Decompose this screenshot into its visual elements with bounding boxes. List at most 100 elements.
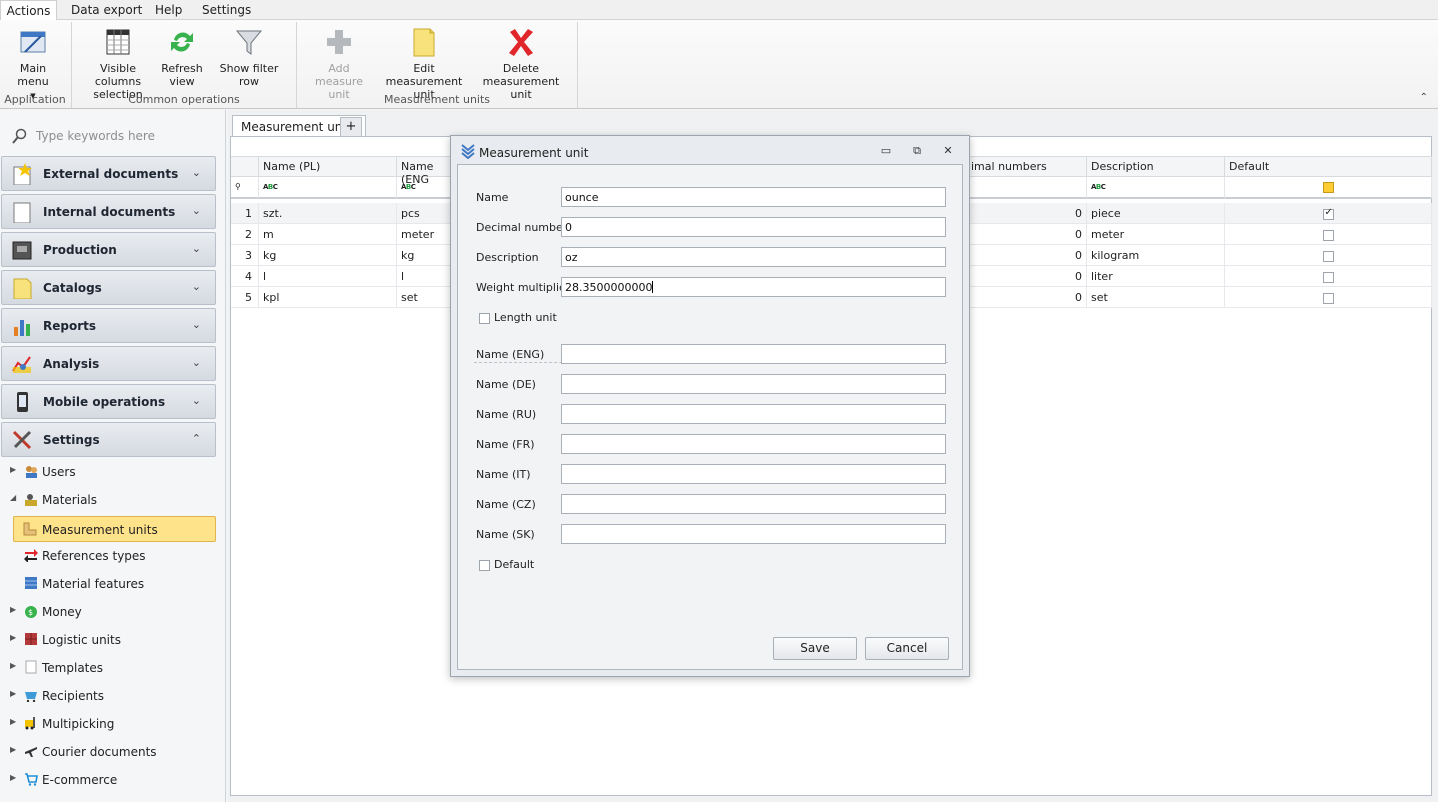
nav-group-external-documents[interactable]: External documents ⌄ bbox=[1, 156, 216, 191]
decimal-numbers-input[interactable]: 0 bbox=[561, 217, 946, 237]
search-icon bbox=[12, 128, 27, 144]
mobile-device-icon bbox=[17, 392, 28, 412]
nav-group-reports[interactable]: Reports ⌄ bbox=[1, 308, 216, 343]
nav-group-production[interactable]: Production ⌄ bbox=[1, 232, 216, 267]
default-checkbox[interactable] bbox=[1322, 250, 1334, 262]
text-filter-icon: ABC bbox=[263, 183, 278, 191]
close-icon[interactable]: ✕ bbox=[940, 144, 956, 158]
expand-arrow-icon: ▶ bbox=[10, 661, 17, 670]
add-measure-unit-button[interactable]: Add measure unit bbox=[304, 26, 374, 101]
features-grid-icon bbox=[25, 577, 37, 589]
collapse-arrow-icon: ◢ bbox=[10, 493, 17, 502]
filter-checkbox[interactable] bbox=[1322, 182, 1334, 193]
dialog-title-bar[interactable]: Measurement unit ▭ ⧉ ✕ bbox=[451, 136, 969, 164]
settings-tools-icon bbox=[12, 430, 32, 450]
delete-measurement-unit-button[interactable]: Delete measurement unit bbox=[474, 26, 568, 101]
name-eng-input[interactable] bbox=[561, 344, 946, 364]
tree-item-references-types[interactable]: References types bbox=[8, 545, 218, 567]
dialog-title: Measurement unit bbox=[479, 146, 589, 160]
refresh-view-button[interactable]: Refresh view bbox=[160, 26, 204, 88]
tree-item-courier-documents[interactable]: ▶ Courier documents bbox=[8, 741, 218, 763]
tree-item-templates[interactable]: ▶ Templates bbox=[8, 657, 218, 679]
chevron-down-icon: ⌄ bbox=[191, 394, 201, 407]
users-icon bbox=[26, 466, 37, 478]
group-label-units: Measurement units bbox=[383, 93, 491, 106]
default-checkbox[interactable] bbox=[1322, 292, 1334, 304]
tree-item-users[interactable]: ▶ Users bbox=[8, 461, 218, 483]
add-tab-button[interactable]: + bbox=[340, 117, 362, 137]
tree-item-material-features[interactable]: Material features bbox=[8, 573, 218, 595]
text-filter-icon: ABC bbox=[1091, 183, 1106, 191]
tree-item-e-commerce[interactable]: ▶ E-commerce bbox=[8, 769, 218, 791]
menu-data-export[interactable]: Data export bbox=[71, 0, 142, 20]
table-columns-icon bbox=[102, 26, 134, 58]
filter-cell-name-pl[interactable]: ABC bbox=[259, 177, 397, 199]
minimize-icon[interactable]: ▭ bbox=[878, 144, 894, 158]
main-menu-button[interactable]: Main menu ▼ bbox=[4, 26, 62, 103]
name-cz-input[interactable] bbox=[561, 494, 946, 514]
expand-arrow-icon: ▶ bbox=[10, 465, 17, 474]
menu-settings[interactable]: Settings bbox=[202, 0, 251, 20]
column-header-name-eng[interactable]: Name (ENG bbox=[397, 156, 453, 186]
menu-bar: Actions Data export Help Settings bbox=[0, 0, 1438, 21]
filter-cell-default[interactable] bbox=[1225, 177, 1432, 199]
save-button[interactable]: Save bbox=[773, 637, 857, 660]
name-de-input[interactable] bbox=[561, 374, 946, 394]
filter-cell-decimal[interactable] bbox=[967, 177, 1087, 199]
app-logo-icon bbox=[461, 144, 475, 159]
visible-columns-button[interactable]: Visible columns selection bbox=[80, 26, 156, 101]
default-checkbox[interactable] bbox=[1322, 271, 1334, 283]
airplane-icon bbox=[25, 747, 37, 757]
default-checkbox[interactable] bbox=[1322, 207, 1334, 220]
chevron-up-icon: ⌃ bbox=[191, 432, 201, 445]
tree-item-recipients[interactable]: ▶ Recipients bbox=[8, 685, 218, 707]
tree-item-money[interactable]: ▶ $ Money bbox=[8, 601, 218, 623]
tree-item-materials[interactable]: ◢ Materials bbox=[8, 489, 218, 511]
name-ru-label: Name (RU) bbox=[476, 408, 537, 421]
weight-multiplier-input[interactable]: 28.3500000000 bbox=[561, 277, 946, 297]
show-filter-row-button[interactable]: Show filter row bbox=[210, 26, 288, 88]
edit-measurement-unit-button[interactable]: Edit measurement unit bbox=[378, 26, 470, 101]
nav-group-catalogs[interactable]: Catalogs ⌄ bbox=[1, 270, 216, 305]
name-ru-input[interactable] bbox=[561, 404, 946, 424]
menu-help[interactable]: Help bbox=[155, 0, 182, 20]
expand-arrow-icon: ▶ bbox=[10, 689, 17, 698]
tree-item-measurement-units[interactable]: Measurement units bbox=[13, 516, 216, 542]
default-checkbox[interactable]: Default bbox=[479, 558, 534, 571]
expand-arrow-icon: ▶ bbox=[10, 745, 17, 754]
text-filter-icon: ABC bbox=[401, 183, 416, 191]
name-sk-input[interactable] bbox=[561, 524, 946, 544]
restore-icon[interactable]: ⧉ bbox=[909, 144, 925, 158]
name-fr-input[interactable] bbox=[561, 434, 946, 454]
nav-group-internal-documents[interactable]: Internal documents ⌄ bbox=[1, 194, 216, 229]
name-input[interactable]: ounce bbox=[561, 187, 946, 207]
cancel-button[interactable]: Cancel bbox=[865, 637, 949, 660]
menu-actions[interactable]: Actions bbox=[0, 0, 57, 21]
column-header-description[interactable]: Description bbox=[1087, 156, 1225, 177]
filter-pin-icon: ⚲ bbox=[235, 182, 241, 191]
nav-group-analysis[interactable]: Analysis ⌄ bbox=[1, 346, 216, 381]
column-header-name-pl[interactable]: Name (PL) bbox=[259, 156, 397, 177]
default-checkbox[interactable] bbox=[1322, 229, 1334, 241]
filter-cell-description[interactable]: ABC bbox=[1087, 177, 1225, 199]
column-header-default[interactable]: Default bbox=[1225, 156, 1432, 177]
sidebar-search[interactable]: Type keywords here bbox=[10, 126, 215, 146]
nav-group-settings[interactable]: Settings ⌃ bbox=[1, 422, 216, 457]
name-it-input[interactable] bbox=[561, 464, 946, 484]
expand-arrow-icon: ▶ bbox=[10, 605, 17, 614]
filter-cell-name-eng[interactable]: ABC bbox=[397, 177, 453, 199]
template-page-icon bbox=[25, 660, 37, 674]
collapse-ribbon-icon[interactable]: ⌃ bbox=[1420, 92, 1428, 103]
tree-item-logistic-units[interactable]: ▶ Logistic units bbox=[8, 629, 218, 651]
text-caret bbox=[652, 281, 654, 293]
description-input[interactable]: oz bbox=[561, 247, 946, 267]
delete-x-icon bbox=[505, 26, 537, 58]
exchange-arrows-icon bbox=[24, 549, 38, 562]
money-bag-icon: $ bbox=[25, 606, 37, 618]
nav-group-mobile-operations[interactable]: Mobile operations ⌄ bbox=[1, 384, 216, 419]
tree-item-multipicking[interactable]: ▶ Multipicking bbox=[8, 713, 218, 735]
group-label-application: Application bbox=[4, 93, 66, 106]
reports-chart-icon bbox=[14, 320, 30, 336]
length-unit-checkbox[interactable]: Length unit bbox=[479, 311, 557, 324]
column-header-decimal-numbers[interactable]: imal numbers bbox=[967, 156, 1087, 177]
